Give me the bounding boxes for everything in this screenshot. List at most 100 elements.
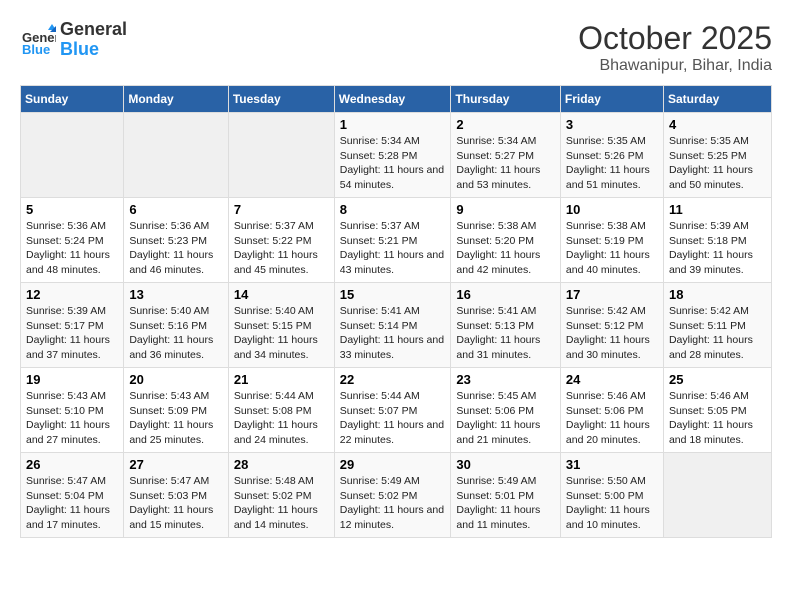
weekday-header-friday: Friday: [560, 86, 663, 113]
calendar-cell: 15 Sunrise: 5:41 AMSunset: 5:14 PMDayligh…: [334, 283, 451, 368]
day-number: 11: [669, 202, 766, 217]
day-number: 18: [669, 287, 766, 302]
calendar-cell: 29 Sunrise: 5:49 AMSunset: 5:02 PMDayligh…: [334, 453, 451, 538]
calendar-cell: [663, 453, 771, 538]
calendar-cell: 19 Sunrise: 5:43 AMSunset: 5:10 PMDayligh…: [21, 368, 124, 453]
calendar-cell: 3 Sunrise: 5:35 AMSunset: 5:26 PMDaylight…: [560, 113, 663, 198]
day-number: 9: [456, 202, 554, 217]
day-number: 24: [566, 372, 658, 387]
day-info: Sunrise: 5:47 AMSunset: 5:04 PMDaylight:…: [26, 474, 118, 533]
day-number: 5: [26, 202, 118, 217]
day-number: 19: [26, 372, 118, 387]
day-info: Sunrise: 5:35 AMSunset: 5:26 PMDaylight:…: [566, 134, 658, 193]
day-number: 20: [129, 372, 223, 387]
calendar-cell: 6 Sunrise: 5:36 AMSunset: 5:23 PMDaylight…: [124, 198, 229, 283]
day-info: Sunrise: 5:34 AMSunset: 5:27 PMDaylight:…: [456, 134, 554, 193]
day-number: 28: [234, 457, 329, 472]
day-number: 31: [566, 457, 658, 472]
calendar-cell: 28 Sunrise: 5:48 AMSunset: 5:02 PMDayligh…: [228, 453, 334, 538]
calendar-cell: 18 Sunrise: 5:42 AMSunset: 5:11 PMDayligh…: [663, 283, 771, 368]
weekday-header-row: SundayMondayTuesdayWednesdayThursdayFrid…: [21, 86, 772, 113]
day-number: 4: [669, 117, 766, 132]
day-info: Sunrise: 5:40 AMSunset: 5:15 PMDaylight:…: [234, 304, 329, 363]
day-info: Sunrise: 5:38 AMSunset: 5:20 PMDaylight:…: [456, 219, 554, 278]
day-info: Sunrise: 5:42 AMSunset: 5:12 PMDaylight:…: [566, 304, 658, 363]
day-number: 22: [340, 372, 446, 387]
calendar-cell: 27Sunrise: 5:47 AMSunset: 5:03 PMDayligh…: [124, 453, 229, 538]
calendar-cell: 5Sunrise: 5:36 AMSunset: 5:24 PMDaylight…: [21, 198, 124, 283]
day-info: Sunrise: 5:44 AMSunset: 5:07 PMDaylight:…: [340, 389, 446, 448]
title-block: October 2025 Bhawanipur, Bihar, India: [578, 20, 772, 75]
calendar-cell: 4 Sunrise: 5:35 AMSunset: 5:25 PMDaylight…: [663, 113, 771, 198]
calendar-cell: 25Sunrise: 5:46 AMSunset: 5:05 PMDayligh…: [663, 368, 771, 453]
day-info: Sunrise: 5:43 AMSunset: 5:09 PMDaylight:…: [129, 389, 223, 448]
day-number: 13: [129, 287, 223, 302]
day-info: Sunrise: 5:42 AMSunset: 5:11 PMDaylight:…: [669, 304, 766, 363]
calendar-cell: 24 Sunrise: 5:46 AMSunset: 5:06 PMDayligh…: [560, 368, 663, 453]
location-subtitle: Bhawanipur, Bihar, India: [578, 57, 772, 75]
calendar-cell: 14 Sunrise: 5:40 AMSunset: 5:15 PMDayligh…: [228, 283, 334, 368]
day-number: 25: [669, 372, 766, 387]
day-info: Sunrise: 5:46 AMSunset: 5:06 PMDaylight:…: [566, 389, 658, 448]
day-number: 16: [456, 287, 554, 302]
calendar-cell: 10Sunrise: 5:38 AMSunset: 5:19 PMDayligh…: [560, 198, 663, 283]
calendar-cell: 23 Sunrise: 5:45 AMSunset: 5:06 PMDayligh…: [451, 368, 560, 453]
day-info: Sunrise: 5:50 AMSunset: 5:00 PMDaylight:…: [566, 474, 658, 533]
day-number: 3: [566, 117, 658, 132]
calendar-cell: 11 Sunrise: 5:39 AMSunset: 5:18 PMDayligh…: [663, 198, 771, 283]
page-header: General Blue General Blue October 2025 B…: [20, 20, 772, 75]
calendar-week-row: 1 Sunrise: 5:34 AMSunset: 5:28 PMDaylight…: [21, 113, 772, 198]
calendar-table: SundayMondayTuesdayWednesdayThursdayFrid…: [20, 85, 772, 538]
day-number: 30: [456, 457, 554, 472]
day-info: Sunrise: 5:41 AMSunset: 5:13 PMDaylight:…: [456, 304, 554, 363]
day-info: Sunrise: 5:48 AMSunset: 5:02 PMDaylight:…: [234, 474, 329, 533]
day-info: Sunrise: 5:40 AMSunset: 5:16 PMDaylight:…: [129, 304, 223, 363]
day-number: 21: [234, 372, 329, 387]
month-title: October 2025: [578, 20, 772, 57]
day-info: Sunrise: 5:34 AMSunset: 5:28 PMDaylight:…: [340, 134, 446, 193]
day-info: Sunrise: 5:43 AMSunset: 5:10 PMDaylight:…: [26, 389, 118, 448]
day-info: Sunrise: 5:37 AMSunset: 5:21 PMDaylight:…: [340, 219, 446, 278]
calendar-cell: 17 Sunrise: 5:42 AMSunset: 5:12 PMDayligh…: [560, 283, 663, 368]
calendar-cell: 31 Sunrise: 5:50 AMSunset: 5:00 PMDayligh…: [560, 453, 663, 538]
day-info: Sunrise: 5:45 AMSunset: 5:06 PMDaylight:…: [456, 389, 554, 448]
calendar-cell: [228, 113, 334, 198]
day-number: 8: [340, 202, 446, 217]
day-info: Sunrise: 5:41 AMSunset: 5:14 PMDaylight:…: [340, 304, 446, 363]
calendar-week-row: 19 Sunrise: 5:43 AMSunset: 5:10 PMDayligh…: [21, 368, 772, 453]
calendar-week-row: 26Sunrise: 5:47 AMSunset: 5:04 PMDayligh…: [21, 453, 772, 538]
day-info: Sunrise: 5:35 AMSunset: 5:25 PMDaylight:…: [669, 134, 766, 193]
day-info: Sunrise: 5:39 AMSunset: 5:17 PMDaylight:…: [26, 304, 118, 363]
day-info: Sunrise: 5:39 AMSunset: 5:18 PMDaylight:…: [669, 219, 766, 278]
day-number: 17: [566, 287, 658, 302]
weekday-header-saturday: Saturday: [663, 86, 771, 113]
calendar-cell: 21Sunrise: 5:44 AMSunset: 5:08 PMDayligh…: [228, 368, 334, 453]
calendar-cell: [124, 113, 229, 198]
logo-icon: General Blue: [20, 22, 56, 58]
day-info: Sunrise: 5:49 AMSunset: 5:01 PMDaylight:…: [456, 474, 554, 533]
day-number: 6: [129, 202, 223, 217]
day-number: 1: [340, 117, 446, 132]
calendar-cell: 8 Sunrise: 5:37 AMSunset: 5:21 PMDaylight…: [334, 198, 451, 283]
calendar-cell: 9 Sunrise: 5:38 AMSunset: 5:20 PMDaylight…: [451, 198, 560, 283]
day-number: 15: [340, 287, 446, 302]
calendar-cell: 12Sunrise: 5:39 AMSunset: 5:17 PMDayligh…: [21, 283, 124, 368]
weekday-header-tuesday: Tuesday: [228, 86, 334, 113]
day-number: 14: [234, 287, 329, 302]
calendar-cell: [21, 113, 124, 198]
weekday-header-thursday: Thursday: [451, 86, 560, 113]
day-number: 29: [340, 457, 446, 472]
day-number: 23: [456, 372, 554, 387]
logo: General Blue General Blue: [20, 20, 127, 60]
weekday-header-sunday: Sunday: [21, 86, 124, 113]
day-info: Sunrise: 5:49 AMSunset: 5:02 PMDaylight:…: [340, 474, 446, 533]
day-info: Sunrise: 5:38 AMSunset: 5:19 PMDaylight:…: [566, 219, 658, 278]
calendar-cell: 16 Sunrise: 5:41 AMSunset: 5:13 PMDayligh…: [451, 283, 560, 368]
day-number: 2: [456, 117, 554, 132]
calendar-cell: 13 Sunrise: 5:40 AMSunset: 5:16 PMDayligh…: [124, 283, 229, 368]
calendar-week-row: 12Sunrise: 5:39 AMSunset: 5:17 PMDayligh…: [21, 283, 772, 368]
day-info: Sunrise: 5:36 AMSunset: 5:23 PMDaylight:…: [129, 219, 223, 278]
day-number: 7: [234, 202, 329, 217]
calendar-cell: 26Sunrise: 5:47 AMSunset: 5:04 PMDayligh…: [21, 453, 124, 538]
weekday-header-wednesday: Wednesday: [334, 86, 451, 113]
